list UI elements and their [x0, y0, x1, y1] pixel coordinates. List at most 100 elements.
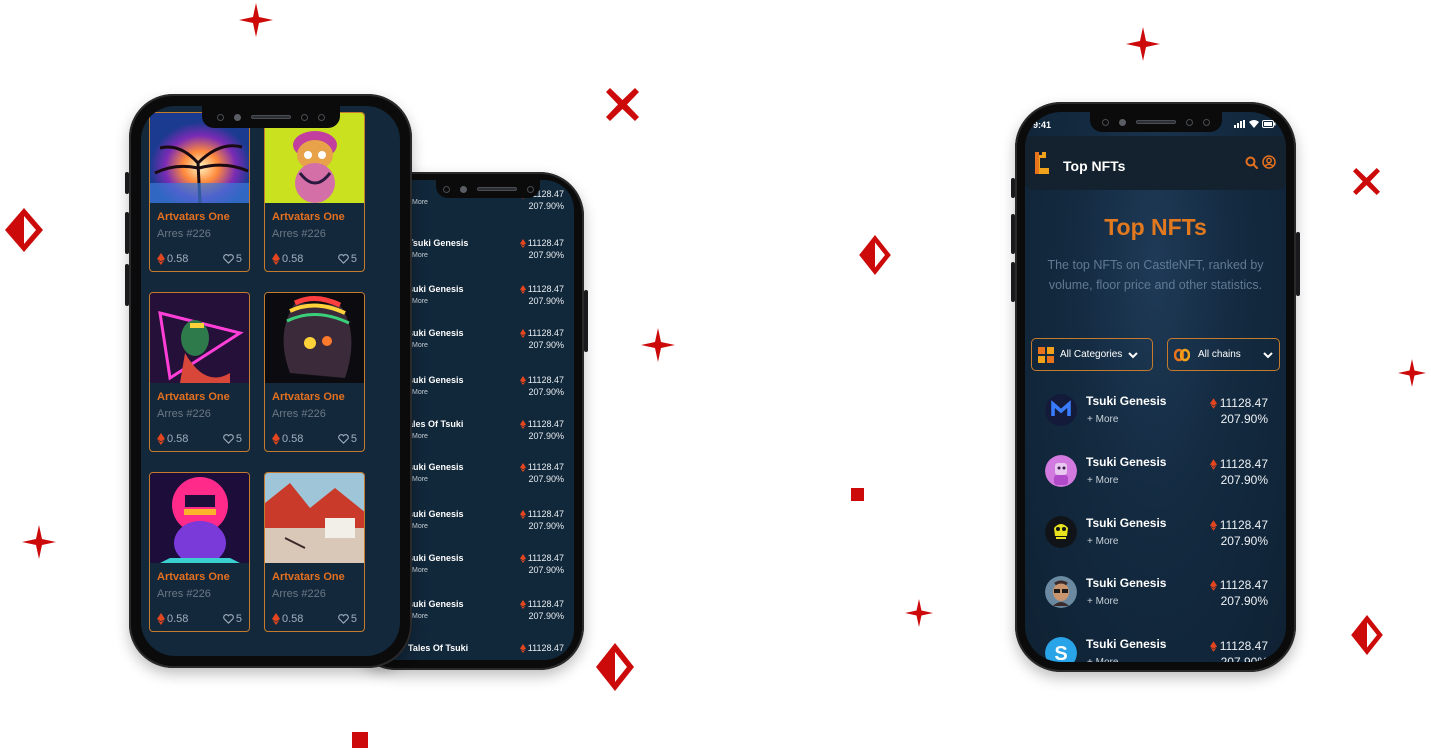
more-link[interactable]: More: [412, 342, 428, 349]
more-link[interactable]: More: [412, 252, 428, 259]
list-item[interactable]: ales Of Tsuki More 11128.47 207.90%: [408, 419, 574, 463]
more-link[interactable]: + More: [1087, 657, 1118, 662]
nft-card[interactable]: Artvatars One Arres #226 0.58 5: [149, 112, 250, 272]
collection-name: suki Genesis: [408, 462, 464, 472]
wifi-icon: [1249, 120, 1259, 128]
change-percent: 207.90%: [1220, 412, 1268, 426]
price: 11128.47: [519, 643, 564, 653]
list-item[interactable]: suki Genesis More 11128.47 207.90%: [408, 599, 574, 643]
nft-card[interactable]: Artvatars One Arres #226 0.58 5: [264, 292, 365, 452]
eth-icon: [1209, 519, 1217, 531]
eth-icon: [157, 613, 165, 625]
change-percent: 207.90%: [528, 340, 564, 350]
like-count: 5: [350, 433, 357, 445]
price-value: 0.58: [167, 433, 189, 445]
categories-label: All Categories: [1060, 349, 1123, 360]
chains-label: All chains: [1198, 349, 1241, 360]
collection-name: Tales Of Tsuki: [408, 643, 469, 653]
like-button[interactable]: 5: [338, 613, 357, 625]
price: 11128.47: [519, 599, 564, 609]
like-count: 5: [235, 613, 242, 625]
nft-card-grid: Artvatars One Arres #226 0.58 5 Artvatar…: [149, 112, 392, 632]
price: 11128.47: [519, 553, 564, 563]
nft-artwork[interactable]: [150, 293, 249, 383]
like-button[interactable]: 5: [338, 433, 357, 445]
more-link[interactable]: More: [412, 298, 428, 305]
eth-icon: [519, 643, 526, 653]
eth-icon: [519, 238, 526, 248]
list-item[interactable]: suki Genesis More 11128.47 207.90%: [408, 375, 574, 419]
nft-card-item: Arres #226: [157, 408, 211, 420]
eth-icon: [519, 462, 526, 472]
search-icon[interactable]: [1245, 154, 1258, 173]
nft-card[interactable]: Artvatars One Arres #226 0.58 5: [264, 472, 365, 632]
list-item[interactable]: suki Genesis More 11128.47 207.90%: [408, 553, 574, 597]
eth-icon: [519, 553, 526, 563]
nft-row[interactable]: S Tsuki Genesis + More 11128.47 207.90%: [1025, 637, 1286, 662]
price-value: 11128.47: [527, 375, 564, 385]
eth-icon: [519, 599, 526, 609]
nft-card-item: Arres #226: [272, 588, 326, 600]
nft-card-collection: Artvatars One: [157, 211, 230, 223]
more-link[interactable]: More: [412, 389, 428, 396]
nft-artwork[interactable]: [150, 473, 249, 565]
list-item[interactable]: suki Genesis More 11128.47 207.90%: [408, 328, 574, 372]
list-item[interactable]: suki Genesis More 11128.47 207.90%: [408, 462, 574, 506]
like-count: 5: [350, 613, 357, 625]
nft-card[interactable]: Artvatars One Arres #226 0.58 5: [149, 472, 250, 632]
like-button[interactable]: 5: [338, 253, 357, 265]
more-link[interactable]: + More: [1087, 414, 1118, 425]
like-button[interactable]: 5: [223, 613, 242, 625]
collection-name: suki Genesis: [408, 328, 464, 338]
square-icon: [352, 732, 368, 748]
change-percent: 207.90%: [528, 387, 564, 397]
more-link[interactable]: + More: [1087, 475, 1118, 486]
like-button[interactable]: 5: [223, 433, 242, 445]
nft-row[interactable]: Tsuki Genesis + More 11128.47 207.90%: [1025, 576, 1286, 636]
phone-top-nfts-mockup: 9:41 Top NFTs Top NFTs The top NFTs on C…: [1011, 102, 1300, 672]
chain-link-icon: [1174, 348, 1190, 361]
battery-icon: [1262, 120, 1276, 128]
change-percent: 207.90%: [528, 296, 564, 306]
sparkle-icon: [239, 3, 273, 37]
sparkle-icon: [1398, 359, 1426, 387]
castle-logo-icon[interactable]: [1033, 152, 1051, 178]
more-link[interactable]: More: [412, 567, 428, 574]
eth-icon: [1209, 640, 1217, 652]
more-link[interactable]: More: [412, 613, 428, 620]
categories-dropdown[interactable]: All Categories: [1031, 338, 1153, 371]
change-percent: 207.90%: [528, 201, 564, 211]
chains-dropdown[interactable]: All chains: [1167, 338, 1280, 371]
more-link[interactable]: More: [412, 476, 428, 483]
nft-artwork[interactable]: [265, 293, 364, 383]
list-item[interactable]: Tsuki Genesis More 11128.47 207.90%: [408, 238, 574, 282]
price-value: 11128.47: [1219, 578, 1268, 592]
list-item[interactable]: Tales Of Tsuki 11128.47: [408, 643, 574, 660]
nft-row[interactable]: Tsuki Genesis + More 11128.47 207.90%: [1025, 394, 1286, 454]
list-item[interactable]: suki Genesis More 11128.47 207.90%: [408, 284, 574, 328]
nft-row[interactable]: Tsuki Genesis + More 11128.47 207.90%: [1025, 516, 1286, 576]
more-link[interactable]: More: [412, 433, 428, 440]
more-link[interactable]: More: [412, 523, 428, 530]
price-value: 11128.47: [527, 509, 564, 519]
more-link[interactable]: + More: [1087, 596, 1118, 607]
user-profile-icon[interactable]: [1262, 154, 1276, 173]
signal-icon: [1234, 120, 1245, 128]
change-percent: 207.90%: [528, 521, 564, 531]
sparkle-icon: [905, 599, 933, 627]
like-button[interactable]: 5: [223, 253, 242, 265]
change-percent: 207.90%: [1220, 655, 1268, 662]
nft-card[interactable]: Artvatars One Arres #226 0.58 5: [149, 292, 250, 452]
price-value: 11128.47: [527, 238, 564, 248]
nft-row[interactable]: Tsuki Genesis + More 11128.47 207.90%: [1025, 455, 1286, 515]
header-title: Top NFTs: [1063, 158, 1126, 174]
list-item[interactable]: suki Genesis More 11128.47 207.90%: [408, 509, 574, 553]
more-link[interactable]: More: [412, 199, 428, 206]
price-value: 11128.47: [527, 284, 564, 294]
nft-artwork[interactable]: [265, 473, 364, 563]
nft-card-price: 0.58: [157, 433, 188, 445]
sparkle-icon: [641, 328, 675, 362]
nft-card[interactable]: Artvatars One Arres #226 0.58 5: [264, 112, 365, 272]
more-link[interactable]: + More: [1087, 536, 1118, 547]
price: 11128.47: [519, 419, 564, 429]
